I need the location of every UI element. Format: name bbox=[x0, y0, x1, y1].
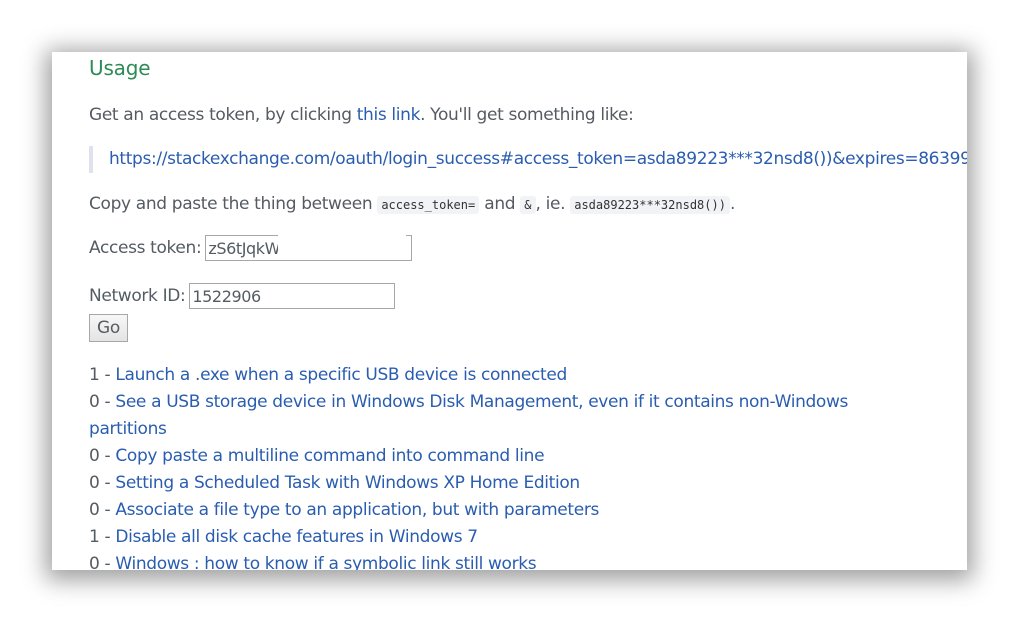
access-token-row: Access token: bbox=[89, 233, 967, 263]
question-link[interactable]: Copy paste a multiline command into comm… bbox=[115, 446, 544, 466]
access-token-label: Access token: bbox=[89, 238, 202, 258]
question-link[interactable]: Setting a Scheduled Task with Windows XP… bbox=[115, 473, 580, 493]
question-score: 0 bbox=[89, 473, 100, 493]
question-score: 1 bbox=[89, 527, 100, 547]
list-item: 0 - Setting a Scheduled Task with Window… bbox=[89, 473, 580, 493]
code-ampersand: & bbox=[520, 196, 536, 214]
copy-and: and bbox=[479, 194, 521, 214]
list-item: 0 - Associate a file type to an applicat… bbox=[89, 500, 599, 520]
list-item: 1 - Disable all disk cache features in W… bbox=[89, 527, 478, 547]
copy-ie: , ie. bbox=[535, 194, 571, 214]
intro-paragraph: Get an access token, by clicking this li… bbox=[89, 103, 967, 127]
redaction-block bbox=[278, 235, 407, 258]
list-item: 0 - Windows : how to know if a symbolic … bbox=[89, 551, 849, 570]
copy-instructions: Copy and paste the thing between access_… bbox=[89, 192, 967, 217]
usage-section: Usage Get an access token, by clicking t… bbox=[89, 52, 967, 570]
network-id-input[interactable] bbox=[189, 283, 396, 309]
intro-prefix: Get an access token, by clicking bbox=[89, 105, 357, 125]
access-token-wrapper bbox=[205, 235, 413, 261]
question-link[interactable]: Windows : how to know if a symbolic link… bbox=[115, 554, 536, 570]
list-item: 1 - Launch a .exe when a specific USB de… bbox=[89, 365, 567, 385]
example-url-quote: https://stackexchange.com/oauth/login_su… bbox=[89, 146, 967, 173]
list-item: 0 - See a USB storage device in Windows … bbox=[89, 392, 849, 439]
this-link[interactable]: this link bbox=[357, 105, 421, 125]
question-link[interactable]: See a USB storage device in Windows Disk… bbox=[89, 392, 848, 439]
example-url-link[interactable]: https://stackexchange.com/oauth/login_su… bbox=[109, 149, 967, 169]
copy-end: . bbox=[729, 194, 735, 214]
network-id-row: Network ID: bbox=[89, 281, 967, 311]
copy-prefix: Copy and paste the thing between bbox=[89, 194, 378, 214]
code-example-token: asda89223***32nsd8()) bbox=[570, 196, 730, 214]
question-score: 0 bbox=[89, 500, 100, 520]
intro-suffix: . You'll get something like: bbox=[420, 105, 634, 125]
go-button[interactable]: Go bbox=[89, 314, 128, 342]
question-link[interactable]: Launch a .exe when a specific USB device… bbox=[115, 365, 567, 385]
question-score: 1 bbox=[89, 365, 100, 385]
list-item: 0 - Copy paste a multiline command into … bbox=[89, 446, 545, 466]
page-card: Usage Get an access token, by clicking t… bbox=[52, 52, 967, 570]
code-access-token: access_token= bbox=[377, 196, 480, 214]
question-list: 1 - Launch a .exe when a specific USB de… bbox=[89, 362, 849, 570]
question-score: 0 bbox=[89, 446, 100, 466]
network-id-label: Network ID: bbox=[89, 286, 186, 306]
question-score: 0 bbox=[89, 554, 100, 570]
usage-heading: Usage bbox=[89, 56, 151, 80]
question-score: 0 bbox=[89, 392, 100, 412]
question-link[interactable]: Associate a file type to an application,… bbox=[115, 500, 599, 520]
question-link[interactable]: Disable all disk cache features in Windo… bbox=[115, 527, 478, 547]
